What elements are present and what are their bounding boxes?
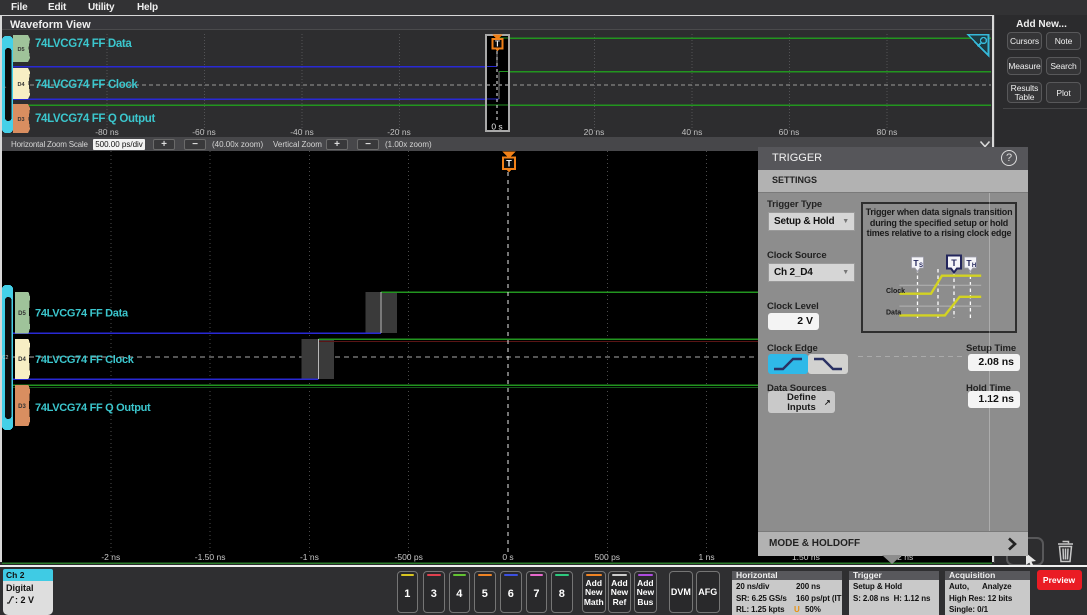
- svg-text:40 ns: 40 ns: [682, 127, 703, 137]
- svg-text:T: T: [495, 40, 500, 49]
- svg-text:-80 ns: -80 ns: [95, 127, 119, 137]
- svg-text:74LVCG74 FF Q Output: 74LVCG74 FF Q Output: [35, 402, 151, 414]
- svg-text:74LVCG74 FF Clock: 74LVCG74 FF Clock: [35, 354, 135, 366]
- svg-text:D4: D4: [18, 357, 26, 363]
- svg-text:D5: D5: [18, 311, 26, 317]
- svg-text:0 s: 0 s: [491, 122, 502, 132]
- svg-text:1 ns: 1 ns: [699, 552, 715, 562]
- svg-text:S: S: [919, 263, 923, 269]
- svg-text:-2 ns: -2 ns: [101, 552, 120, 562]
- svg-text:80 ns: 80 ns: [877, 127, 898, 137]
- svg-text:-500 ps: -500 ps: [395, 552, 423, 562]
- svg-text:C2: C2: [2, 355, 9, 361]
- svg-text:H: H: [972, 263, 976, 269]
- svg-text:D5: D5: [17, 47, 24, 53]
- svg-text:0 s: 0 s: [502, 552, 513, 562]
- svg-text:Data: Data: [886, 310, 901, 317]
- svg-text:60 ns: 60 ns: [779, 127, 800, 137]
- svg-text:↔: ↔: [2, 84, 8, 90]
- svg-text:74LVCG74 FF Clock: 74LVCG74 FF Clock: [35, 79, 138, 91]
- svg-text:500 ps: 500 ps: [595, 552, 621, 562]
- svg-text:-1 ns: -1 ns: [300, 552, 319, 562]
- svg-text:74LVCG74 FF Q Output: 74LVCG74 FF Q Output: [35, 113, 155, 125]
- svg-text:74LVCG74 FF Data: 74LVCG74 FF Data: [35, 308, 129, 320]
- svg-text:D3: D3: [18, 404, 26, 410]
- svg-text:T: T: [951, 258, 957, 268]
- svg-text:20 ns: 20 ns: [584, 127, 605, 137]
- svg-text:D4: D4: [17, 82, 25, 88]
- svg-text:-60 ns: -60 ns: [192, 127, 216, 137]
- svg-text:74LVCG74 FF Data: 74LVCG74 FF Data: [35, 38, 132, 50]
- svg-text:-20 ns: -20 ns: [387, 127, 411, 137]
- svg-text:-40 ns: -40 ns: [290, 127, 314, 137]
- svg-text:-1.50 ns: -1.50 ns: [195, 552, 226, 562]
- svg-text:Clock: Clock: [886, 288, 905, 295]
- svg-text:D3: D3: [17, 117, 24, 123]
- svg-text:T: T: [506, 159, 512, 169]
